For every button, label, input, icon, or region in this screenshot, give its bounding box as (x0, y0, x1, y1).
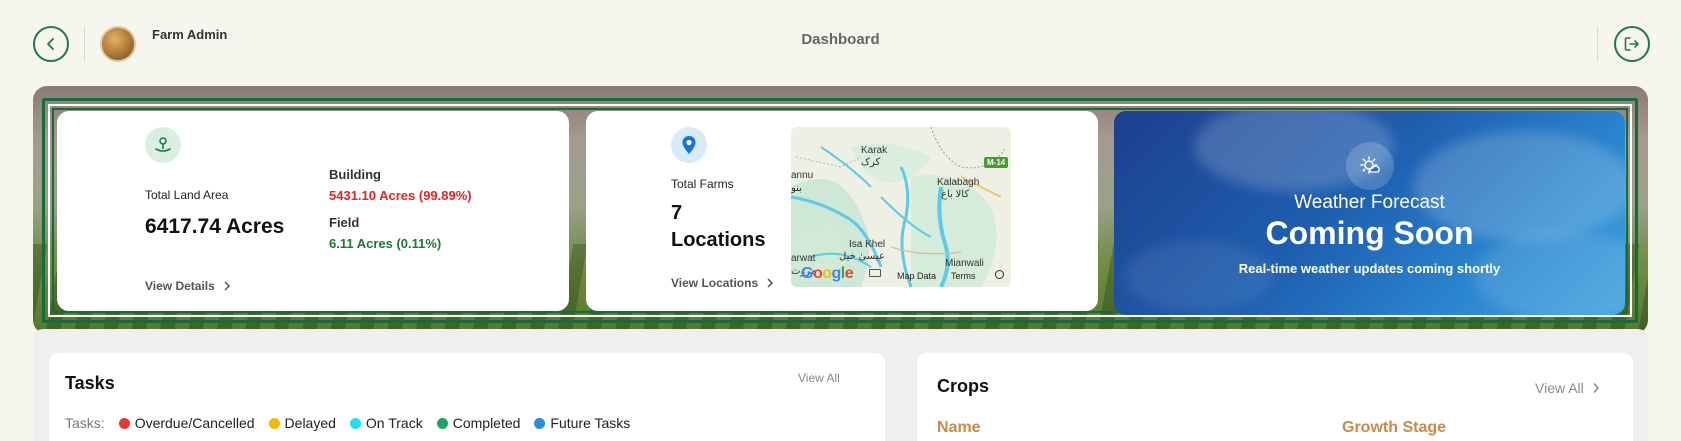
top-header: Farm Admin Dashboard (0, 0, 1681, 86)
legend-item-future[interactable]: Future Tasks (534, 415, 630, 431)
map-place: Mianwali (945, 258, 984, 269)
tasks-title: Tasks (65, 373, 115, 393)
settings-icon[interactable] (995, 270, 1004, 279)
chevron-right-icon (767, 278, 774, 288)
farms-unit: Locations (671, 229, 766, 251)
legend-item-overdue[interactable]: Overdue/Cancelled (118, 415, 255, 431)
yellow-dot-icon (268, 417, 280, 429)
legend-label: Tasks: (65, 415, 105, 431)
farms-map[interactable]: Karak کرک Kalabagh کالا باغ annu بنو Isa… (791, 127, 1011, 287)
legend-item-label: Delayed (284, 415, 336, 431)
crops-title: Crops (937, 376, 990, 396)
view-locations-link[interactable]: View Locations (671, 276, 774, 290)
header-divider (1597, 26, 1598, 62)
map-terms-link[interactable]: Terms (951, 271, 976, 281)
farms-count: 7 (671, 202, 683, 224)
building-label: Building (329, 167, 381, 182)
road-badge: M-14 (984, 157, 1009, 168)
map-place: کالا باغ (941, 189, 970, 200)
map-pin-icon (671, 127, 707, 163)
legend-item-label: Completed (452, 415, 521, 431)
crops-view-all-label: View All (1535, 380, 1584, 396)
crops-view-all-link[interactable]: View All (1535, 380, 1600, 396)
green-dot-icon (436, 417, 448, 429)
view-details-label: View Details (145, 279, 215, 293)
view-locations-label: View Locations (671, 276, 759, 290)
map-place: بنو (791, 183, 802, 194)
crops-column-name[interactable]: Name (937, 419, 981, 437)
location-pin-icon (145, 127, 181, 163)
keyboard-icon[interactable] (869, 269, 881, 277)
weather-icon (1346, 142, 1394, 190)
tasks-panel: Tasks View All Tasks: Overdue/Cancelled … (49, 353, 885, 441)
weather-subtitle: Real-time weather updates coming shortly (1238, 261, 1501, 276)
map-place: کرک (861, 157, 881, 168)
map-place: Kalabagh (937, 177, 980, 188)
tasks-view-all-label: View All (798, 371, 840, 385)
map-place: arwat (791, 253, 816, 264)
legend-item-on-track[interactable]: On Track (349, 415, 423, 431)
crops-panel: Crops View All Name Growth Stage (917, 353, 1633, 441)
logout-button[interactable] (1614, 26, 1650, 62)
legend-item-label: Future Tasks (550, 415, 631, 431)
building-value: 5431.10 Acres (99.89%) (329, 188, 472, 203)
chevron-right-icon (224, 281, 230, 291)
map-place: Karak (861, 145, 888, 156)
red-dot-icon (118, 417, 130, 429)
total-farms-label: Total Farms (671, 177, 734, 191)
crops-column-growth-stage[interactable]: Growth Stage (1342, 419, 1446, 437)
field-label: Field (329, 215, 360, 230)
google-logo: Google (801, 265, 854, 282)
map-place: Isa Khel (849, 239, 886, 250)
map-place: annu (791, 170, 814, 181)
logout-icon (1624, 37, 1639, 51)
legend-item-label: On Track (365, 415, 423, 431)
tasks-view-all-link[interactable]: View All (798, 371, 840, 385)
weather-title: Weather Forecast (1294, 192, 1445, 213)
field-value: 6.11 Acres (0.11%) (329, 236, 442, 251)
view-details-link[interactable]: View Details (145, 279, 231, 293)
chevron-right-icon (1593, 383, 1599, 393)
land-area-label: Total Land Area (145, 188, 229, 202)
land-area-value: 6417.74 Acres (145, 215, 285, 238)
legend-item-completed[interactable]: Completed (436, 415, 521, 431)
blue-dot-icon (534, 417, 546, 429)
land-area-card: Total Land Area 6417.74 Acres Building 5… (57, 111, 569, 311)
cyan-dot-icon (349, 417, 361, 429)
map-data-link[interactable]: Map Data (897, 271, 936, 281)
legend-item-label: Overdue/Cancelled (134, 415, 255, 431)
tasks-legend: Tasks: Overdue/Cancelled Delayed On Trac… (65, 415, 630, 431)
farms-card: Total Farms 7 Locations View Locations K… (586, 111, 1098, 311)
weather-card: Weather Forecast Coming Soon Real-time w… (1114, 111, 1625, 315)
legend-item-delayed[interactable]: Delayed (268, 415, 336, 431)
map-place: عیسیٰ خیل (839, 251, 885, 262)
weather-headline: Coming Soon (1265, 215, 1474, 251)
page-title: Dashboard (801, 31, 880, 48)
